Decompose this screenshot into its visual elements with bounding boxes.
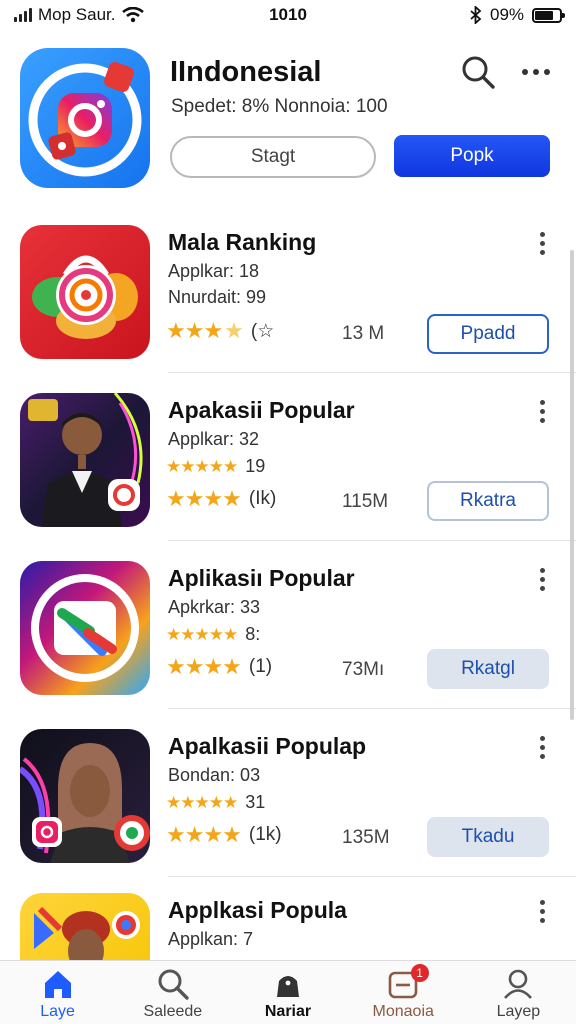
tab-label: Layep (496, 1003, 541, 1020)
battery-percent: 09% (489, 5, 525, 24)
rating-stars: ★★★★ (Ik) (166, 486, 277, 511)
rating-stars: ★★★★ (1k) (166, 822, 282, 847)
list-item[interactable]: Apalkasii Populap Bondan: 03 ★★★★★ 31 ★★★… (0, 711, 576, 879)
divider (168, 372, 576, 373)
tab-apps[interactable]: Nariar (230, 961, 345, 1024)
more-options-icon[interactable] (530, 565, 554, 593)
rating-value: 19 (245, 456, 266, 476)
more-options-icon[interactable] (530, 897, 554, 925)
carrier-name: Mop Saur. (38, 5, 116, 24)
clock: 1010 (269, 5, 307, 24)
primary-button[interactable]: Popk (394, 135, 550, 177)
divider (168, 540, 576, 541)
more-options-icon[interactable] (530, 397, 554, 425)
battery-icon (532, 7, 566, 23)
list-item[interactable]: Apakasii Popular Applkar: 32 ★★★★★ 19 ★★★… (0, 375, 576, 543)
rating-stars-small: ★★★★★ 31 (166, 792, 266, 812)
rating-value: 8: (245, 624, 261, 644)
tab-profile[interactable]: Layep (461, 961, 576, 1024)
tab-home[interactable]: Laye (0, 961, 115, 1024)
app-meta-1: Apkrkar: 33 (168, 597, 261, 617)
tab-search[interactable]: Saleede (115, 961, 230, 1024)
add-button[interactable]: Ppadd (427, 314, 549, 354)
app-title: Mala Ranking (168, 229, 317, 255)
header-subtitle: Spedet: 8% Nonnoia: 100 (171, 96, 388, 117)
app-meta-1: Bondan: 03 (168, 765, 261, 785)
tab-bar: Laye Saleede Nariar 1 Monaoia Layep (0, 960, 576, 1024)
woman-portrait-app-icon (20, 729, 150, 863)
app-meta-1: Applkan: 7 (168, 929, 254, 949)
app-size: 115M (342, 491, 389, 512)
divider (168, 708, 576, 709)
notification-badge: 1 (410, 964, 429, 982)
more-options-icon[interactable] (530, 733, 554, 761)
more-options-icon[interactable] (530, 229, 554, 257)
action-button[interactable]: Tkadu (427, 817, 549, 857)
app-title: Aplikasiı Popular (168, 565, 355, 591)
rating-count: (Ik) (248, 488, 277, 509)
status-bar: Mop Saur. 1010 09% (0, 0, 576, 30)
app-title: Apalkasii Populap (168, 733, 367, 759)
rainbow-app-icon (20, 561, 150, 695)
rating-stars: ★★★ ★ (☆ (166, 318, 275, 343)
tab-label: Nariar (264, 1003, 312, 1020)
tab-updates[interactable]: 1 Monaoia (346, 961, 461, 1024)
page-title: IIndonesial (170, 56, 322, 88)
wifi-icon (121, 7, 144, 23)
rating-count: (1) (248, 656, 273, 677)
signal-icon (14, 8, 32, 22)
featured-app-header: IIndonesial Spedet: 8% Nonnoia: 100 Stag… (20, 48, 556, 193)
rating-count: (1k) (248, 824, 282, 845)
colorful-lock-app-icon (20, 225, 150, 359)
list-item[interactable]: Aplikasiı Popular Apkrkar: 33 ★★★★★ 8: ★★… (0, 543, 576, 711)
man-portrait-app-icon (20, 393, 150, 527)
rating-value: 31 (245, 792, 266, 812)
tab-label: Laye (40, 1003, 75, 1020)
app-meta-1: Applkar: 18 (168, 261, 260, 281)
more-options-icon[interactable] (516, 54, 556, 90)
scrollbar[interactable] (570, 250, 574, 720)
rating-count: (☆ (250, 320, 275, 342)
action-button[interactable]: Rkatgl (427, 649, 549, 689)
profile-icon (504, 969, 533, 999)
app-meta-1: Applkar: 32 (168, 429, 260, 449)
rating-stars: ★★★★ (1) (166, 654, 273, 679)
start-button[interactable]: Stagt (170, 136, 376, 178)
home-icon (44, 971, 71, 998)
search-icon[interactable] (458, 52, 498, 92)
rating-stars-small: ★★★★★ 8: (166, 624, 261, 644)
app-title: Applkasi Popula (168, 897, 347, 923)
app-meta-2: Nnurdait: 99 (168, 287, 267, 307)
divider (168, 876, 576, 877)
search-icon (158, 969, 189, 1000)
app-title: Apakasii Popular (168, 397, 355, 423)
app-size: 73Mı (342, 659, 385, 680)
instagram-like-app-icon[interactable] (20, 48, 150, 188)
app-size: 135M (342, 827, 390, 848)
list-item[interactable]: Mala Ranking Applkar: 18 Nnurdait: 99 ★★… (0, 207, 576, 375)
bluetooth-icon (470, 6, 482, 24)
app-size: 13 M (342, 323, 385, 344)
tab-label: Saleede (143, 1003, 203, 1020)
bag-icon (277, 976, 299, 997)
rating-stars-small: ★★★★★ 19 (166, 456, 266, 476)
tab-label: Monaoia (372, 1003, 434, 1020)
action-button[interactable]: Rkatra (427, 481, 549, 521)
